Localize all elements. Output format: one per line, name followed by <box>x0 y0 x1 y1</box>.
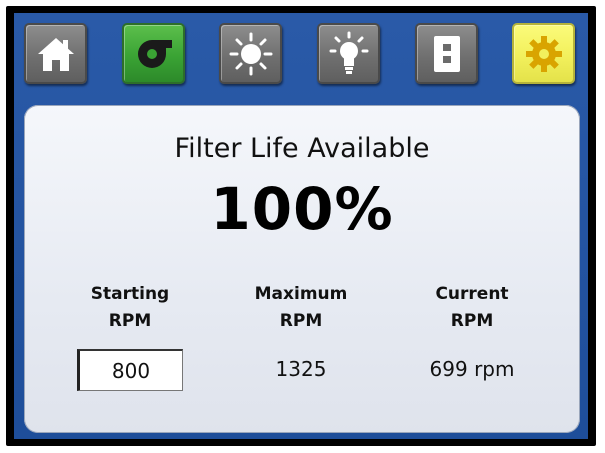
maximum-rpm-label: Maximum RPM <box>226 281 376 335</box>
fan-icon <box>137 39 172 68</box>
sun-icon <box>229 32 272 75</box>
starting-rpm-label: Starting RPM <box>55 281 205 335</box>
starting-rpm-label-line2: RPM <box>108 311 152 331</box>
current-rpm-label: Current RPM <box>397 281 547 335</box>
touchscreen: Filter Life Available 100% Starting RPM … <box>14 13 588 439</box>
maximum-rpm-value: 1325 <box>275 357 327 381</box>
current-rpm-value: 699 rpm <box>429 357 515 381</box>
switch-icon <box>433 35 460 72</box>
home-icon <box>37 37 74 71</box>
light-bulb-icon <box>329 31 368 74</box>
filter-life-percent: 100% <box>210 175 394 243</box>
starting-rpm-label-line1: Starting <box>90 284 170 304</box>
current-rpm-label-line1: Current <box>435 284 509 304</box>
maximum-rpm-label-line1: Maximum <box>254 284 348 304</box>
filter-panel: Filter Life Available 100% Starting RPM … <box>24 105 580 433</box>
maximum-rpm-label-line2: RPM <box>279 311 323 331</box>
device-frame: Filter Life Available 100% Starting RPM … <box>6 6 596 446</box>
gear-icon <box>525 35 562 72</box>
fan-button[interactable] <box>122 23 185 84</box>
nav-toolbar <box>14 13 588 108</box>
current-rpm-label-line2: RPM <box>450 311 494 331</box>
switch-button[interactable] <box>415 23 478 84</box>
starting-rpm-input[interactable] <box>77 349 183 391</box>
settings-button[interactable] <box>512 23 575 84</box>
home-button[interactable] <box>24 23 87 84</box>
page-title: Filter Life Available <box>174 133 430 164</box>
light-button[interactable] <box>317 23 380 84</box>
sun-button[interactable] <box>219 23 282 84</box>
